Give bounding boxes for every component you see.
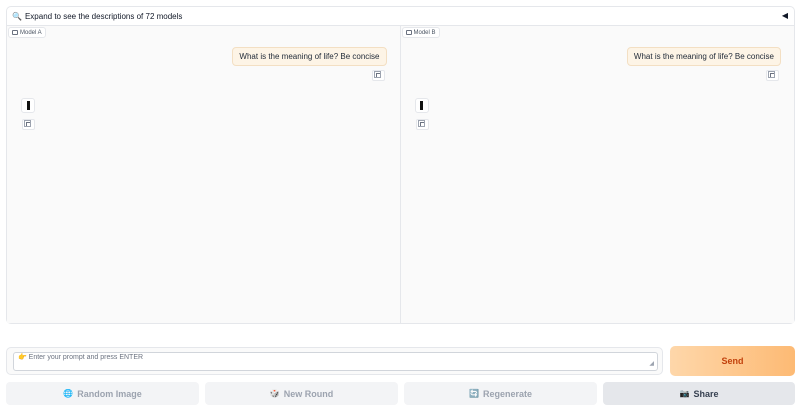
new-round-label: New Round bbox=[283, 388, 334, 399]
model-descriptions-accordion[interactable]: 🔍 Expand to see the descriptions of 72 m… bbox=[6, 6, 795, 25]
accordion-label: Expand to see the descriptions of 72 mod… bbox=[24, 11, 183, 21]
share-button[interactable]: 📷 Share bbox=[603, 382, 795, 405]
copy-user-message-button[interactable] bbox=[371, 70, 385, 81]
copy-bot-message-button[interactable] bbox=[415, 119, 429, 130]
copy-bot-message-button[interactable] bbox=[22, 119, 35, 130]
typing-cursor-icon bbox=[420, 101, 423, 110]
send-button[interactable]: Send bbox=[670, 346, 795, 376]
model-label-text: Model B bbox=[413, 29, 436, 36]
model-label-b: Model B bbox=[401, 27, 440, 38]
copy-user-message-button[interactable] bbox=[766, 70, 779, 81]
copy-icon bbox=[768, 71, 775, 78]
model-label-a: Model A bbox=[8, 27, 46, 38]
regenerate-button[interactable]: 🔄 Regenerate bbox=[404, 382, 597, 405]
regenerate-label: Regenerate bbox=[482, 388, 532, 399]
globe-icon: 🌐 bbox=[63, 389, 74, 398]
new-round-button[interactable]: 🎲 New Round bbox=[205, 382, 398, 405]
share-label: Share bbox=[693, 388, 719, 399]
bot-message-streaming bbox=[21, 98, 35, 113]
prompt-input[interactable] bbox=[13, 352, 658, 371]
caret-left-icon: ◀ bbox=[781, 11, 788, 20]
copy-icon bbox=[373, 71, 381, 78]
camera-icon: 📷 bbox=[679, 389, 690, 398]
user-message: What is the meaning of life? Be concise bbox=[626, 47, 781, 66]
chat-icon bbox=[12, 30, 18, 35]
copy-icon bbox=[417, 120, 425, 127]
chatbot-panel-a[interactable]: Model A What is the meaning of life? Be … bbox=[7, 26, 401, 323]
chatbot-panel-b[interactable]: Model B What is the meaning of life? Be … bbox=[400, 26, 794, 323]
resize-handle-icon[interactable]: ◢ bbox=[649, 361, 654, 367]
user-message: What is the meaning of life? Be concise bbox=[232, 47, 387, 66]
random-image-button[interactable]: 🌐 Random Image bbox=[6, 382, 199, 405]
prompt-input-container: ◢ bbox=[6, 347, 663, 375]
model-label-text: Model A bbox=[20, 29, 42, 36]
refresh-icon: 🔄 bbox=[469, 389, 479, 398]
dice-icon: 🎲 bbox=[269, 389, 280, 398]
chat-icon bbox=[405, 30, 412, 35]
bot-message-streaming bbox=[414, 98, 429, 113]
chat-area: Model A What is the meaning of life? Be … bbox=[6, 25, 795, 324]
random-image-label: Random Image bbox=[77, 388, 142, 399]
copy-icon bbox=[24, 120, 31, 127]
typing-cursor-icon bbox=[26, 101, 30, 110]
magnifier-icon: 🔍 bbox=[12, 11, 22, 21]
